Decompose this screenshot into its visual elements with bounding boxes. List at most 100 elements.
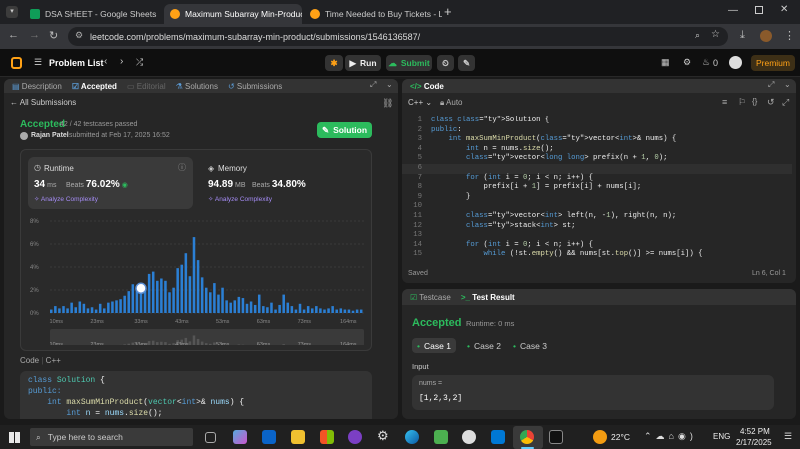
submitter-name[interactable]: Rajan Patel [31,132,69,139]
cube-app-icon[interactable] [434,430,448,444]
prev-problem-icon[interactable]: ‹ [104,56,107,67]
site-info-icon[interactable]: ⚙ [75,30,83,41]
vscode-icon[interactable] [491,430,505,444]
minimize-icon[interactable]: — [728,5,738,16]
timer-icon[interactable]: ⏲ [437,55,454,71]
bookmark-star-icon[interactable]: ☆ [711,29,720,40]
case-2-tab[interactable]: • Case 2 [464,338,504,353]
profile-avatar[interactable] [760,30,772,42]
terminal-icon[interactable] [549,430,563,444]
code-line: public: [28,387,62,396]
collapse-icon[interactable]: ⌄ [784,80,791,89]
media-player-icon[interactable] [348,430,362,444]
weather-icon[interactable] [593,430,607,444]
premium-button[interactable]: Premium [751,55,795,71]
forward-icon[interactable]: → [29,29,40,41]
back-to-submissions[interactable]: ← All Submissions [10,98,76,107]
input-box[interactable]: nums = [1,2,3,2] [412,375,774,410]
tray-icons[interactable]: ⌃☁⌂◉) [644,431,697,442]
reload-icon[interactable]: ↻ [49,29,58,42]
auto-mode-toggle[interactable]: 🔒︎ Auto [440,98,463,108]
tab-description[interactable]: ▤ Description [12,82,62,91]
runtime-card[interactable]: ◷ Runtime ⓘ 34 ms Beats 76.02% ◉ ✧ Analyz… [28,157,193,209]
shuffle-icon[interactable]: ⤮ [136,57,143,68]
close-tab-icon[interactable]: ✕ [161,9,162,20]
overview-tick-label: 164ms [340,342,357,345]
edge-icon[interactable] [405,430,419,444]
reset-icon[interactable]: ↺ [767,97,775,108]
fullscreen-icon[interactable]: ⤢ [782,97,789,108]
notification-icon[interactable]: ☰ [784,431,792,442]
dsa-app-icon[interactable] [462,430,476,444]
braces-icon[interactable]: {} [752,97,757,106]
back-icon[interactable]: ← [8,29,19,41]
browser-tab-sheets[interactable]: DSA SHEET - Google Sheets ✕ [24,4,162,24]
browser-tab-active[interactable]: Maximum Subarray Min-Produc ✕ [164,4,302,24]
store-icon[interactable] [320,430,334,444]
y-tick-label: 6% [30,242,39,248]
language-indicator[interactable]: ENG [713,432,730,441]
case-3-tab[interactable]: • Case 3 [510,338,550,353]
settings-icon[interactable]: ⚙ [683,57,691,68]
temperature[interactable]: 22°C [611,432,630,442]
tab-accepted[interactable]: ☑ Accepted [72,82,117,91]
zoom-icon[interactable]: ⌕ [695,30,700,41]
bookmark-icon[interactable]: ⚐ [738,97,746,108]
browser-menu-icon[interactable]: ⋮ [784,29,795,42]
expand-icon[interactable]: ⤢ [370,80,376,90]
collapse-icon[interactable]: ⌄ [386,80,393,89]
close-window-icon[interactable]: ✕ [780,4,788,15]
tab-editorial[interactable]: ▭ Editorial [127,82,166,91]
run-button[interactable]: ▶ Run [345,55,381,71]
settings-app-icon[interactable]: ⚙ [377,429,391,443]
taskbar-search-input[interactable]: ⌕ Type here to search [30,428,193,446]
testcase-tab[interactable]: ☑ Testcase [410,293,451,302]
task-view-icon[interactable] [205,432,216,443]
case-1-tab[interactable]: • Case 1 [412,338,456,353]
overview-bar [123,344,126,345]
problem-list-icon[interactable]: ☰ [34,57,42,68]
problem-list-link[interactable]: Problem List [49,58,104,68]
expand-icon[interactable]: ⤢ [768,80,774,90]
solution-button[interactable]: ✎ Solution [317,122,372,138]
chrome-icon[interactable] [520,430,534,444]
restore-icon[interactable] [755,6,763,14]
new-tab-button[interactable]: + [444,4,452,19]
chart-bar [241,298,245,313]
code-tab[interactable]: </> Code [410,82,444,91]
download-icon[interactable]: ⤓ [740,29,745,42]
submit-button[interactable]: ☁ Submit [386,55,432,71]
test-result-tab[interactable]: >_ Test Result [461,293,515,302]
start-icon[interactable] [9,432,20,443]
clock-date[interactable]: 2/17/2025 [736,438,772,447]
user-avatar[interactable] [729,56,742,69]
format-icon[interactable]: ≡ [722,97,727,107]
notes-icon[interactable]: ✎ [458,55,475,71]
info-icon[interactable]: ⓘ [178,162,186,173]
tab-submissions[interactable]: ↺ Submissions [228,82,282,91]
debug-button[interactable]: ✱ [325,55,343,71]
share-icon[interactable]: ⛓ [382,98,393,109]
analyze-memory-link[interactable]: ✧ Analyze Complexity [208,195,272,203]
code-area[interactable]: 1 class class="ty">Solution {2 public: 3 in… [402,116,796,261]
code-line: int n = nums.size(); [66,409,163,418]
next-problem-icon[interactable]: › [120,56,123,67]
language-select[interactable]: C++ ⌄ [408,98,432,107]
code-line: 9 } [402,193,792,203]
leetcode-logo-icon[interactable] [11,57,22,69]
copilot-icon[interactable] [233,430,247,444]
submitted-code-block[interactable]: class Solution { public: int maxSumMinPr… [20,371,372,419]
url-field[interactable]: ⚙ leetcode.com/problems/maximum-subarray… [68,27,728,46]
file-explorer-icon[interactable] [291,430,305,444]
layout-icon[interactable]: ▦ [661,57,670,68]
runtime-distribution-chart[interactable]: 8% 6% 4% 2% 0% 10ms 23ms 33ms 43ms 53ms 63ms 73ms 16… [28,213,368,345]
tab-solutions[interactable]: ⚗ Solutions [176,82,218,91]
browser-tab-tickets[interactable]: Time Needed to Buy Tickets - L ✕ [304,4,442,24]
cursor-position: Ln 6, Col 1 [752,270,786,277]
chart-bar [147,273,151,313]
analyze-runtime-link[interactable]: ✧ Analyze Complexity [34,195,98,203]
clock-time[interactable]: 4:52 PM [740,427,770,436]
fire-icon[interactable]: ♨ [702,57,710,68]
tab-menu-icon[interactable]: ▾ [6,6,18,18]
outlook-icon[interactable] [262,430,276,444]
